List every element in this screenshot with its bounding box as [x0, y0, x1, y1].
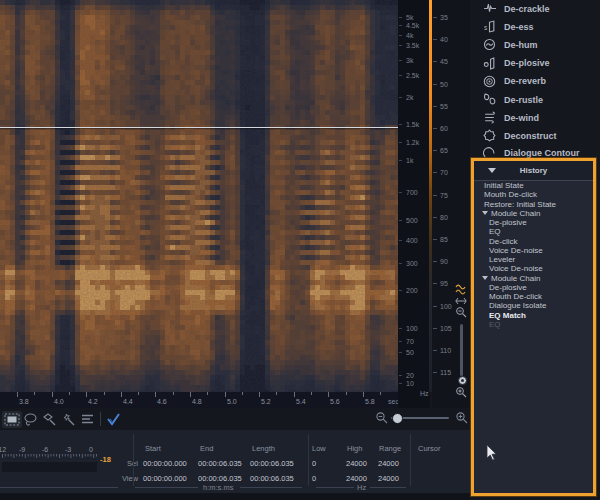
svg-text:s: s — [484, 24, 488, 31]
